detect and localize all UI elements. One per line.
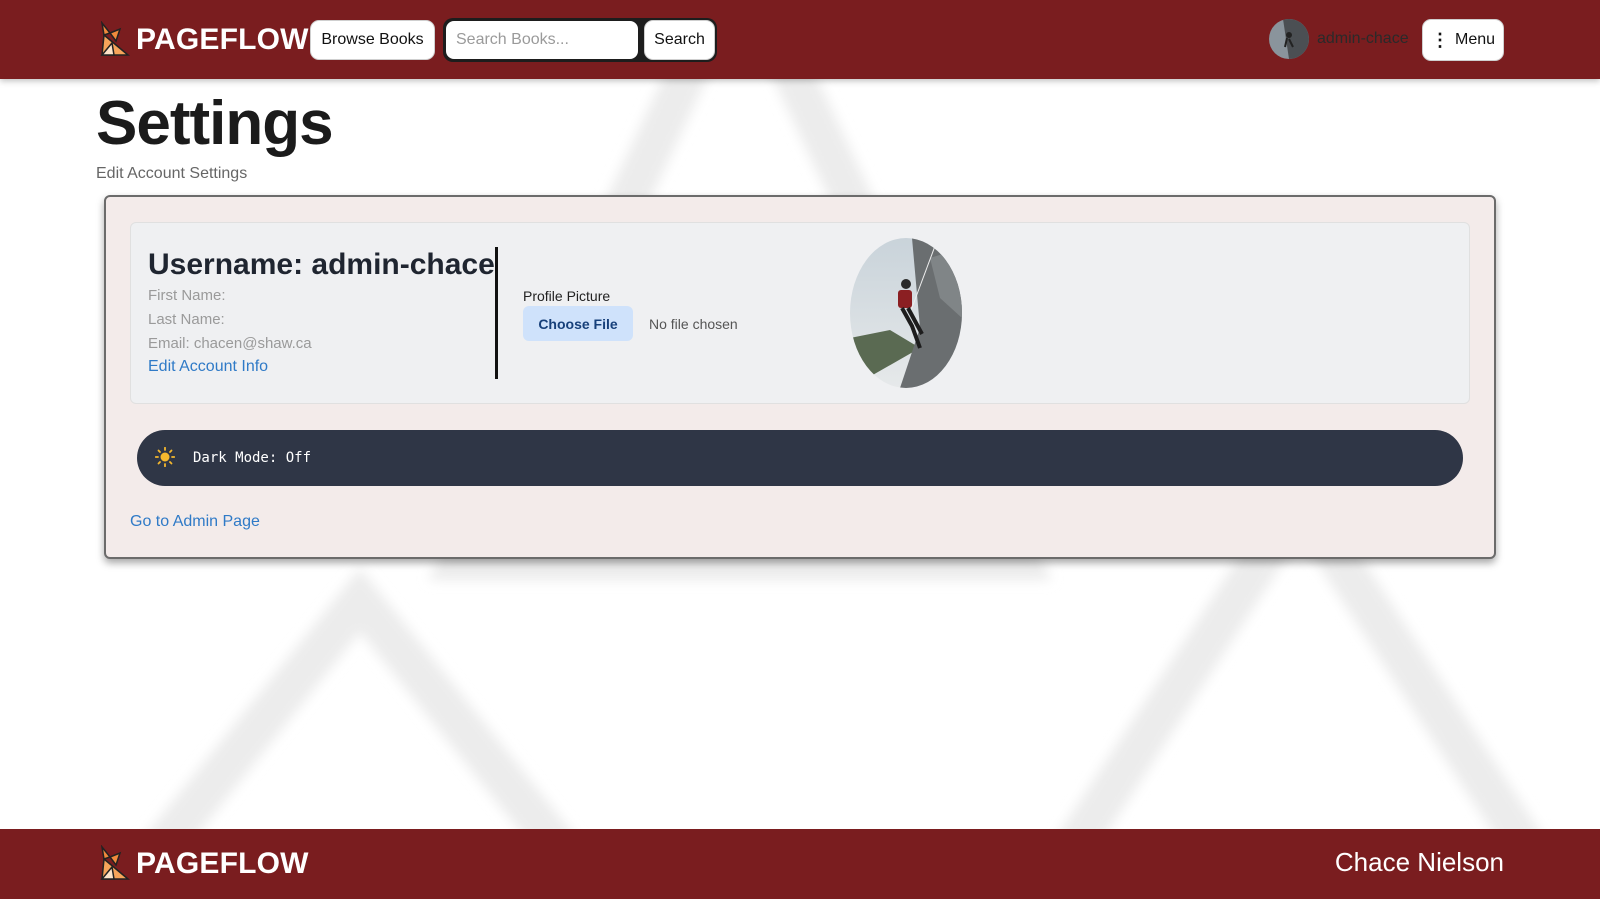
email-label: Email: chacen@shaw.ca <box>148 335 312 352</box>
last-name-label: Last Name: <box>148 311 225 328</box>
sun-icon <box>155 447 175 467</box>
menu-label: Menu <box>1454 31 1496 48</box>
browse-books-button[interactable]: Browse Books <box>310 20 435 60</box>
dark-mode-toggle[interactable]: Dark Mode: Off <box>137 430 1463 486</box>
fox-logo-icon <box>100 845 131 880</box>
brand-name: PAGEFLOW <box>136 23 309 56</box>
settings-card: Username: admin-chace First Name: Last N… <box>104 195 1496 559</box>
user-name[interactable]: admin-chace <box>1317 30 1409 48</box>
no-file-chosen-text: No file chosen <box>649 316 738 332</box>
page-title: Settings <box>96 89 334 158</box>
page-subtitle: Edit Account Settings <box>96 165 248 182</box>
footer: PAGEFLOW Chace Nielson <box>0 829 1600 899</box>
search-input[interactable] <box>446 21 638 59</box>
admin-page-link[interactable]: Go to Admin Page <box>130 513 260 531</box>
footer-brand-name: PAGEFLOW <box>136 847 309 880</box>
account-info-panel: Username: admin-chace First Name: Last N… <box>130 222 1470 404</box>
first-name-label: First Name: <box>148 287 226 304</box>
kebab-menu-icon: ⋮ <box>1430 30 1449 50</box>
vertical-divider <box>495 247 498 379</box>
profile-picture-label: Profile Picture <box>523 288 611 304</box>
edit-account-info-link[interactable]: Edit Account Info <box>148 358 268 376</box>
footer-author: Chace Nielson <box>1334 847 1504 877</box>
dark-mode-label: Dark Mode: Off <box>193 450 312 466</box>
search-button[interactable]: Search <box>644 20 715 60</box>
user-avatar[interactable] <box>1269 19 1309 59</box>
top-navbar: PAGEFLOW Browse Books Search admin-chace… <box>0 0 1600 79</box>
footer-brand-link[interactable]: PAGEFLOW <box>98 844 309 884</box>
profile-picture <box>850 238 962 388</box>
choose-file-button[interactable]: Choose File <box>523 306 633 341</box>
fox-logo-icon <box>100 21 131 56</box>
brand-logo-link[interactable]: PAGEFLOW <box>98 20 309 60</box>
menu-button[interactable]: ⋮ Menu <box>1422 19 1504 61</box>
username-heading: Username: admin-chace <box>148 248 495 281</box>
